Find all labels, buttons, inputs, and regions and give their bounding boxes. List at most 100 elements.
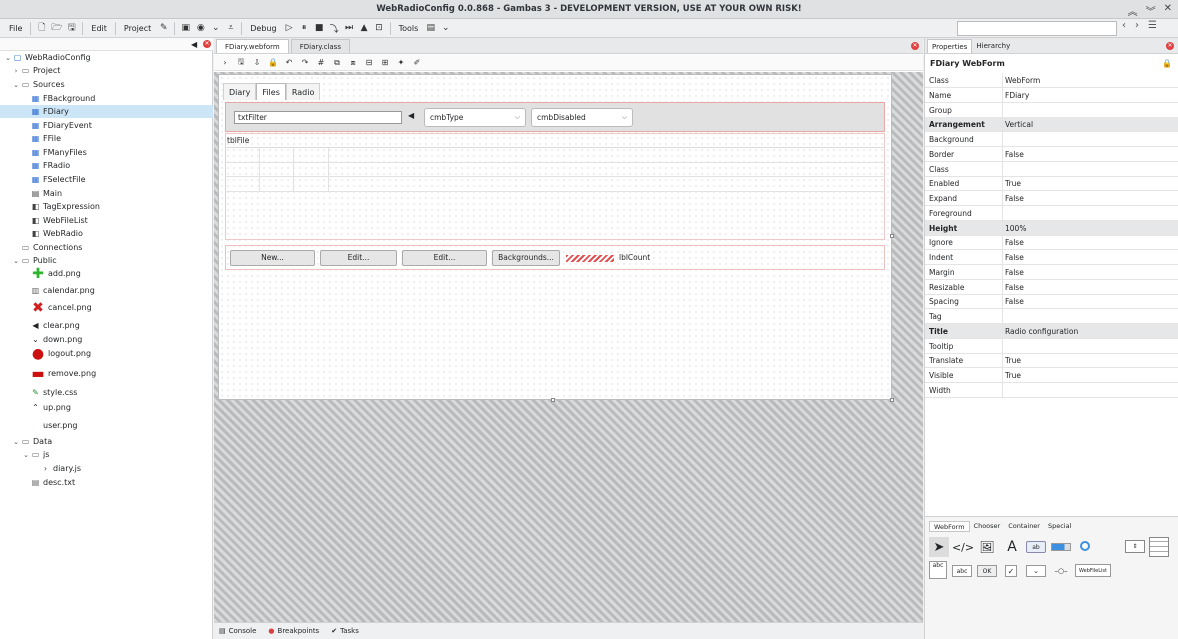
menu-debug[interactable]: Debug: [245, 24, 281, 33]
step-icon[interactable]: ⤵: [327, 21, 342, 36]
toolbox-tab-container[interactable]: Container: [1004, 521, 1044, 532]
form-tab-diary[interactable]: Diary: [223, 83, 257, 100]
tree-item[interactable]: ⌄ down.png: [0, 333, 213, 346]
grid-icon[interactable]: #: [314, 56, 328, 69]
tree-item[interactable]: ▦ FManyFiles: [0, 146, 213, 159]
property-value[interactable]: False: [1005, 150, 1024, 159]
fdiary-form[interactable]: Diary Files Radio txtFilter ◀ cmbType ⌵ c…: [218, 74, 892, 400]
tree-item[interactable]: ◀ clear.png: [0, 319, 213, 332]
filter-panel[interactable]: txtFilter ◀ cmbType ⌵ cmbDisabled ⌵: [225, 102, 885, 132]
property-value[interactable]: WebForm: [1005, 76, 1040, 85]
new-button[interactable]: New...: [230, 250, 315, 266]
backgrounds-button[interactable]: Backgrounds...: [492, 250, 560, 266]
toolbar-dropdown-icon[interactable]: ⌄: [438, 21, 453, 36]
property-row[interactable]: Expand False: [925, 191, 1178, 206]
maximize-icon[interactable]: ︾: [1146, 3, 1156, 18]
pointer-icon[interactable]: ➤: [929, 537, 949, 557]
paste-icon[interactable]: ⧈: [346, 56, 360, 69]
ok-button-tool-icon[interactable]: OK: [977, 565, 997, 577]
minimize-icon[interactable]: ︽: [1128, 3, 1138, 18]
tree-item[interactable]: ◧ WebRadio: [0, 227, 213, 240]
property-value[interactable]: False: [1005, 283, 1024, 292]
expand-down-icon[interactable]: ⌄: [12, 438, 20, 446]
color-icon[interactable]: ✦: [394, 56, 408, 69]
expand-icon[interactable]: ›: [218, 56, 232, 69]
expand-right-icon[interactable]: ›: [12, 67, 20, 75]
tree-item[interactable]: › diary.js: [0, 462, 213, 475]
property-value[interactable]: Radio configuration: [1005, 327, 1078, 336]
textarea-tool-icon[interactable]: abc: [929, 561, 947, 579]
form-tab-radio[interactable]: Radio: [285, 83, 321, 100]
property-row[interactable]: Width: [925, 382, 1178, 398]
align-icon[interactable]: ⊟: [362, 56, 376, 69]
property-value[interactable]: False: [1005, 238, 1024, 247]
property-row[interactable]: Tooltip: [925, 338, 1178, 354]
table-tool-icon[interactable]: [1149, 537, 1169, 557]
tree-item[interactable]: ✚ add.png: [0, 266, 213, 282]
prev-icon[interactable]: ‹: [1122, 20, 1126, 31]
property-row[interactable]: Spacing False: [925, 294, 1178, 310]
brush-icon[interactable]: ✐: [410, 56, 424, 69]
property-row[interactable]: Group: [925, 102, 1178, 118]
property-value[interactable]: False: [1005, 268, 1024, 277]
resize-handle[interactable]: [890, 398, 894, 402]
property-row[interactable]: Visible True: [925, 368, 1178, 383]
tree-item[interactable]: ⌄ ▭ js: [0, 448, 213, 461]
lock-icon[interactable]: 🔒: [1162, 59, 1172, 68]
tab-fdiary-class[interactable]: FDiary.class: [290, 39, 350, 53]
close-tab-icon[interactable]: ✕: [911, 42, 919, 50]
tab-fdiary-webform[interactable]: FDiary.webform: [216, 39, 289, 53]
close-panel-icon[interactable]: ✕: [203, 40, 211, 48]
property-value[interactable]: FDiary: [1005, 91, 1029, 100]
properties-icon[interactable]: ✎: [156, 21, 171, 36]
tasks-button[interactable]: ✔ Tasks: [331, 627, 359, 635]
tree-item[interactable]: ▥ calendar.png: [0, 284, 213, 297]
property-row[interactable]: Translate True: [925, 353, 1178, 369]
progress-tool-icon[interactable]: [1051, 543, 1071, 551]
property-row[interactable]: Title Radio configuration: [925, 323, 1178, 339]
tree-item[interactable]: ▤ desc.txt: [0, 476, 213, 489]
property-row[interactable]: Margin False: [925, 264, 1178, 280]
webfilelist-tool-icon[interactable]: WebFileList: [1075, 564, 1111, 577]
checkbox-tool-icon[interactable]: ✓: [1005, 565, 1017, 577]
image-icon[interactable]: 🖼: [977, 537, 997, 557]
property-row[interactable]: Class WebForm: [925, 73, 1178, 88]
property-value[interactable]: False: [1005, 253, 1024, 262]
console-button[interactable]: ▤ Console: [219, 627, 256, 635]
expand-down-icon[interactable]: ⌄: [22, 451, 30, 459]
edit-button-2[interactable]: Edit...: [402, 250, 487, 266]
property-value[interactable]: False: [1005, 297, 1024, 306]
tree-item[interactable]: ▦ FBackground: [0, 92, 213, 105]
stop-icon[interactable]: ■: [312, 21, 327, 36]
slider-tool-icon[interactable]: –○–: [1050, 566, 1072, 576]
menu-edit[interactable]: Edit: [86, 24, 112, 33]
property-row[interactable]: Height 100%: [925, 220, 1178, 236]
property-row[interactable]: Resizable False: [925, 279, 1178, 295]
next-icon[interactable]: ›: [1135, 20, 1139, 31]
property-row[interactable]: Background: [925, 132, 1178, 147]
tab-hierarchy[interactable]: Hierarchy: [972, 39, 1014, 53]
project-filter[interactable]: ◀ ✕: [0, 38, 213, 51]
expand-down-icon[interactable]: ⌄: [4, 54, 12, 62]
search-input[interactable]: [957, 21, 1117, 36]
property-row[interactable]: Enabled True: [925, 176, 1178, 192]
menu-project[interactable]: Project: [119, 24, 156, 33]
tree-item[interactable]: ▤ Main: [0, 187, 213, 200]
clear-filter-icon[interactable]: ◀: [191, 40, 197, 49]
property-value[interactable]: Vertical: [1005, 120, 1033, 129]
menu-icon[interactable]: ☰: [1148, 20, 1157, 31]
html-icon[interactable]: </>: [952, 537, 974, 557]
tab-properties[interactable]: Properties: [927, 38, 973, 53]
toolbox-tab-chooser[interactable]: Chooser: [970, 521, 1005, 532]
menu-file[interactable]: File: [4, 24, 27, 33]
property-row[interactable]: Tag: [925, 309, 1178, 324]
label-tool-icon[interactable]: A: [1002, 537, 1022, 557]
resize-handle[interactable]: [890, 234, 894, 238]
cmb-type-combo[interactable]: cmbType ⌵: [424, 108, 526, 127]
tree-item[interactable]: ▦ FSelectFile: [0, 173, 213, 186]
tree-item[interactable]: ⌄ ▢ WebRadioConfig: [0, 51, 213, 64]
expand-down-icon[interactable]: ⌄: [12, 257, 20, 265]
tree-item[interactable]: ✎ style.css: [0, 386, 213, 399]
new-file-icon[interactable]: 🗋: [34, 21, 49, 36]
button-tool-icon[interactable]: ab: [1026, 541, 1046, 553]
